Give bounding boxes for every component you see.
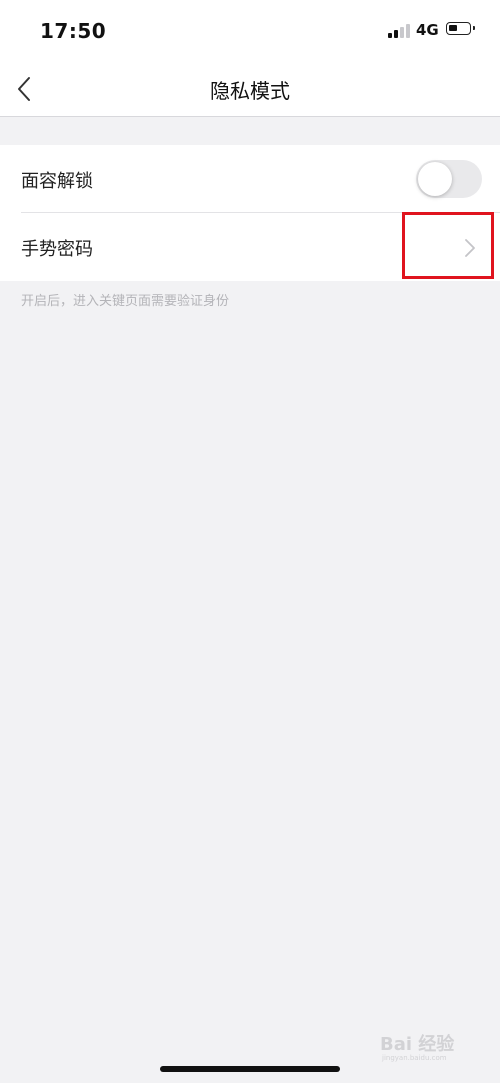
baidu-jingyan-watermark: Bai 经验 jingyan.baidu.com bbox=[380, 1028, 492, 1064]
watermark-text: Bai 经验 bbox=[380, 1034, 455, 1055]
signal-strength-icon bbox=[388, 22, 410, 38]
battery-tip bbox=[472, 26, 475, 30]
toggle-knob bbox=[418, 162, 452, 196]
gesture-password-label: 手势密码 bbox=[21, 239, 93, 260]
privacy-hint-text: 开启后，进入关键页面需要验证身份 bbox=[21, 294, 230, 309]
navigation-bar: 隐私模式 bbox=[0, 62, 500, 117]
battery-icon bbox=[446, 22, 475, 35]
signal-bar bbox=[406, 24, 410, 38]
status-bar: 17:50 4G bbox=[0, 0, 500, 62]
signal-bar bbox=[400, 27, 404, 38]
battery-level bbox=[449, 25, 457, 31]
page-title: 隐私模式 bbox=[210, 79, 290, 103]
face-unlock-label: 面容解锁 bbox=[21, 171, 93, 192]
watermark-url: jingyan.baidu.com bbox=[382, 1054, 447, 1062]
home-indicator[interactable] bbox=[160, 1066, 340, 1072]
signal-bar bbox=[394, 30, 398, 38]
face-unlock-row: 面容解锁 bbox=[0, 145, 500, 213]
network-type: 4G bbox=[416, 21, 439, 39]
highlight-annotation-box bbox=[402, 212, 494, 279]
signal-bar bbox=[388, 33, 392, 38]
status-time: 17:50 bbox=[40, 19, 107, 43]
face-unlock-toggle[interactable] bbox=[416, 160, 482, 198]
